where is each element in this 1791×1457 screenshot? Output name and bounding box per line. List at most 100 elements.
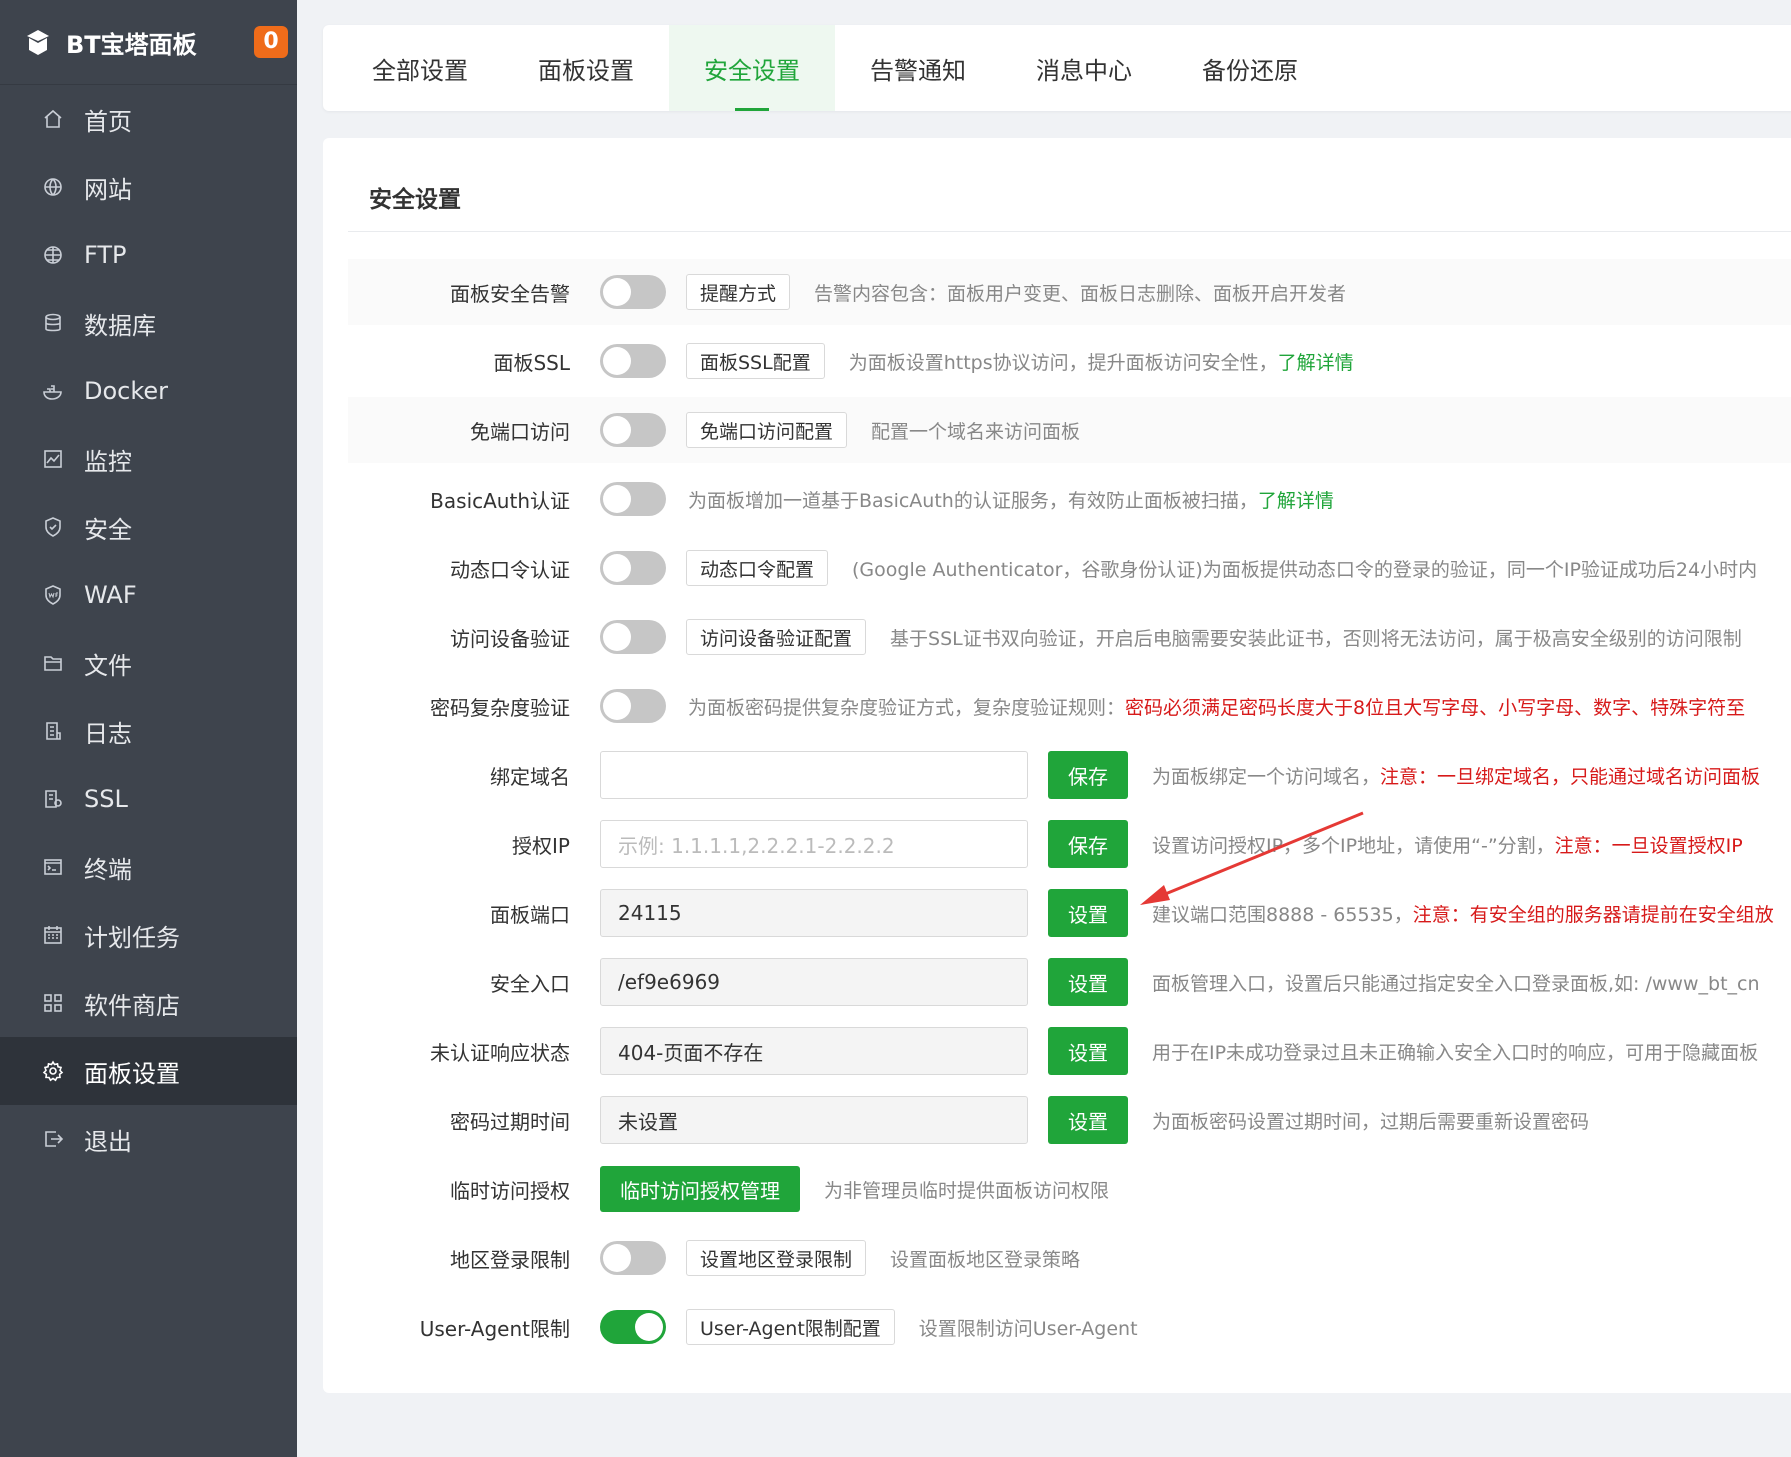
sidebar-item-label: Docker	[84, 377, 169, 405]
sidebar-item-files[interactable]: 文件	[0, 629, 297, 697]
sidebar-item-logout[interactable]: 退出	[0, 1105, 297, 1173]
row-authorized-ip: 授权IP 示例: 1.1.1.1,2.2.2.1-2.2.2.2 保存 设置访问…	[348, 811, 1791, 877]
waf-icon	[42, 584, 64, 606]
row-label: 动态口令认证	[450, 557, 570, 582]
security-entry-field[interactable]: /ef9e6969	[600, 958, 1028, 1006]
user-agent-toggle[interactable]	[600, 1310, 666, 1344]
row-bind-domain: 绑定域名 保存 为面板绑定一个访问域名，注意：一旦绑定域名，只能通过域名访问面板	[348, 742, 1791, 808]
sidebar-item-label: 监控	[84, 447, 132, 476]
tab-message-center[interactable]: 消息中心	[1001, 25, 1167, 111]
panel-port-set-button[interactable]: 设置	[1048, 889, 1128, 937]
sidebar-item-store[interactable]: 软件商店	[0, 969, 297, 1037]
settings-tabs: 全部设置 面板设置 安全设置 告警通知 消息中心 备份还原	[323, 25, 1791, 111]
sidebar-item-security[interactable]: 安全	[0, 493, 297, 561]
panel-port-field[interactable]: 24115	[600, 889, 1028, 937]
row-description: 为面板绑定一个访问域名，注意：一旦绑定域名，只能通过域名访问面板	[1152, 765, 1761, 788]
region-login-toggle[interactable]	[600, 1241, 666, 1275]
row-description: (Google Authenticator，谷歌身份认证)为面板提供动态口令的登…	[852, 558, 1758, 581]
folder-icon	[42, 652, 64, 674]
sidebar-item-cron[interactable]: 计划任务	[0, 901, 297, 969]
row-label: 临时访问授权	[450, 1178, 570, 1203]
sidebar-item-ftp[interactable]: FTP	[0, 221, 297, 289]
device-verification-config-button[interactable]: 访问设备验证配置	[686, 619, 867, 655]
sidebar-item-label: 文件	[84, 651, 132, 680]
row-unauth-response: 未认证响应状态 404-页面不存在 设置 用于在IP未成功登录过且未正确输入安全…	[348, 1018, 1791, 1084]
row-label: 密码过期时间	[450, 1109, 570, 1134]
dynamic-otp-toggle[interactable]	[600, 551, 666, 585]
sidebar-item-logs[interactable]: 日志	[0, 697, 297, 765]
sidebar-item-database[interactable]: 数据库	[0, 289, 297, 357]
bt-logo-icon	[22, 26, 54, 58]
panel-ssl-config-button[interactable]: 面板SSL配置	[686, 343, 825, 379]
panel-security-alert-toggle[interactable]	[600, 275, 666, 309]
database-icon	[42, 312, 64, 334]
security-settings-card: 安全设置 面板安全告警 提醒方式 告警内容包含：面板用户变更、面板日志删除、面板…	[323, 138, 1791, 1393]
globe-icon	[42, 176, 64, 198]
bind-domain-input[interactable]	[600, 751, 1028, 799]
row-description: 为面板增加一道基于BasicAuth的认证服务，有效防止面板被扫描，了解详情	[688, 489, 1334, 512]
row-description: 基于SSL证书双向验证，开启后电脑需要安装此证书，否则将无法访问，属于极高安全级…	[890, 627, 1742, 650]
row-description: 设置访问授权IP，多个IP地址，请使用“-”分割，注意：一旦设置授权IP	[1152, 834, 1743, 857]
authorized-ip-save-button[interactable]: 保存	[1048, 820, 1128, 868]
sidebar: BT宝塔面板 0 首页 网站 FTP 数据库 Docker 监控 安全 WAF …	[0, 0, 297, 1457]
warning-text: 注意：有安全组的服务器请提前在安全组放	[1412, 903, 1774, 926]
unauth-response-field[interactable]: 404-页面不存在	[600, 1027, 1028, 1075]
row-panel-port: 面板端口 24115 设置 建议端口范围8888 - 65535，注意：有安全组…	[348, 880, 1791, 946]
no-port-access-toggle[interactable]	[600, 413, 666, 447]
sidebar-item-label: 首页	[84, 107, 132, 136]
sidebar-item-label: 数据库	[84, 311, 156, 340]
gear-icon	[42, 1060, 64, 1082]
dynamic-otp-config-button[interactable]: 动态口令配置	[686, 550, 829, 586]
row-label: 面板安全告警	[450, 281, 570, 306]
row-basicauth: BasicAuth认证 为面板增加一道基于BasicAuth的认证服务，有效防止…	[348, 466, 1791, 532]
logout-icon	[42, 1128, 64, 1150]
row-label: 绑定域名	[490, 764, 570, 789]
tab-alert-notifications[interactable]: 告警通知	[835, 25, 1001, 111]
authorized-ip-input[interactable]: 示例: 1.1.1.1,2.2.2.1-2.2.2.2	[600, 820, 1028, 868]
sidebar-item-monitor[interactable]: 监控	[0, 425, 297, 493]
learn-more-link[interactable]: 了解详情	[1278, 352, 1354, 374]
row-label: 免端口访问	[470, 419, 570, 444]
password-expiry-field[interactable]: 未设置	[600, 1096, 1028, 1144]
sidebar-item-website[interactable]: 网站	[0, 153, 297, 221]
row-description: 设置面板地区登录策略	[890, 1248, 1081, 1271]
basicauth-toggle[interactable]	[600, 482, 666, 516]
tab-security-settings[interactable]: 安全设置	[669, 25, 835, 111]
unauth-response-set-button[interactable]: 设置	[1048, 1027, 1128, 1075]
user-agent-config-button[interactable]: User-Agent限制配置	[686, 1309, 895, 1345]
row-label: 地区登录限制	[450, 1247, 570, 1272]
sidebar-item-waf[interactable]: WAF	[0, 561, 297, 629]
tab-backup-restore[interactable]: 备份还原	[1167, 25, 1333, 111]
row-description: 为非管理员临时提供面板访问权限	[824, 1179, 1110, 1202]
alert-method-button[interactable]: 提醒方式	[686, 274, 791, 310]
bind-domain-save-button[interactable]: 保存	[1048, 751, 1128, 799]
row-panel-security-alert: 面板安全告警 提醒方式 告警内容包含：面板用户变更、面板日志删除、面板开启开发者	[348, 259, 1791, 325]
section-divider	[348, 231, 1791, 232]
sidebar-item-terminal[interactable]: 终端	[0, 833, 297, 901]
row-label: 面板SSL	[493, 350, 570, 375]
learn-more-link[interactable]: 了解详情	[1258, 490, 1334, 512]
tab-panel-settings[interactable]: 面板设置	[503, 25, 669, 111]
sidebar-item-home[interactable]: 首页	[0, 85, 297, 153]
warning-text: 注意：一旦设置授权IP	[1554, 834, 1743, 857]
sidebar-item-label: 日志	[84, 719, 132, 748]
temp-access-manage-button[interactable]: 临时访问授权管理	[600, 1166, 800, 1212]
notification-badge[interactable]: 0	[254, 26, 288, 58]
sidebar-item-ssl[interactable]: SSL	[0, 765, 297, 833]
no-port-access-config-button[interactable]: 免端口访问配置	[686, 412, 848, 448]
row-region-login: 地区登录限制 设置地区登录限制 设置面板地区登录策略	[348, 1225, 1791, 1291]
row-description: 为面板设置https协议访问，提升面板访问安全性，了解详情	[848, 351, 1354, 374]
region-login-config-button[interactable]: 设置地区登录限制	[686, 1240, 867, 1276]
docker-icon	[42, 380, 64, 402]
sidebar-item-docker[interactable]: Docker	[0, 357, 297, 425]
password-expiry-set-button[interactable]: 设置	[1048, 1096, 1128, 1144]
row-no-port-access: 免端口访问 免端口访问配置 配置一个域名来访问面板	[348, 397, 1791, 463]
tab-all-settings[interactable]: 全部设置	[337, 25, 503, 111]
security-entry-set-button[interactable]: 设置	[1048, 958, 1128, 1006]
password-complexity-toggle[interactable]	[600, 689, 666, 723]
device-verification-toggle[interactable]	[600, 620, 666, 654]
row-description: 用于在IP未成功登录过且未正确输入安全入口时的响应，可用于隐藏面板	[1152, 1041, 1759, 1064]
sidebar-item-label: SSL	[84, 785, 128, 813]
sidebar-item-panel-settings[interactable]: 面板设置	[0, 1037, 297, 1105]
panel-ssl-toggle[interactable]	[600, 344, 666, 378]
